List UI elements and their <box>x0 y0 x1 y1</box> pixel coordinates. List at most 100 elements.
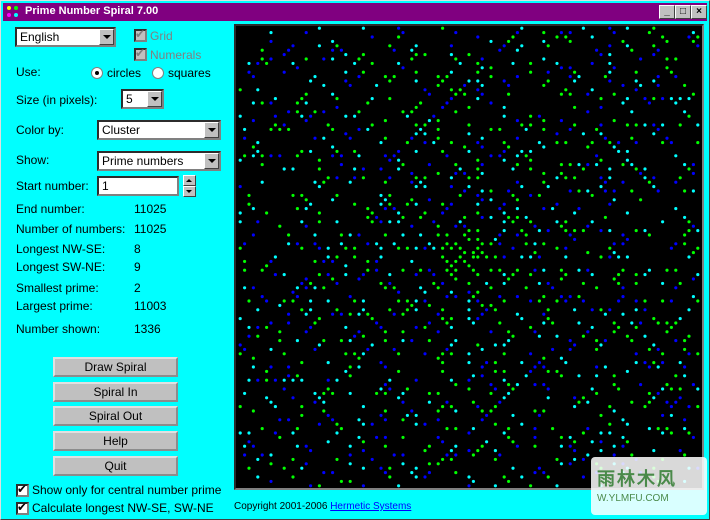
prime-dot <box>344 53 348 57</box>
prime-dot <box>304 31 308 35</box>
prime-dot <box>652 185 656 189</box>
prime-dot <box>269 57 273 61</box>
prime-dot <box>573 308 577 312</box>
hermetic-systems-link[interactable]: Hermetic Systems <box>330 501 411 512</box>
prime-dot <box>339 339 343 343</box>
circles-radio[interactable] <box>91 67 103 79</box>
prime-dot <box>419 215 423 219</box>
use-label: Use: <box>16 65 41 79</box>
spiral-canvas[interactable] <box>234 24 704 490</box>
language-select[interactable]: English <box>15 27 116 47</box>
prime-dot <box>480 83 484 87</box>
prime-dot <box>476 317 480 321</box>
prime-dot <box>564 246 568 250</box>
spiral-in-button[interactable]: Spiral In <box>53 382 178 402</box>
prime-dot <box>595 347 599 351</box>
start-number-input[interactable]: 1 <box>97 176 179 196</box>
squares-radio[interactable] <box>152 67 164 79</box>
start-number-value: 1 <box>102 179 109 193</box>
prime-dot <box>498 233 502 237</box>
prime-dot <box>423 176 427 180</box>
prime-dot <box>467 132 471 136</box>
prime-dot <box>441 317 445 321</box>
prime-dot <box>533 427 537 431</box>
prime-dot <box>383 233 387 237</box>
prime-dot <box>375 242 379 246</box>
prime-dot <box>445 400 449 404</box>
prime-dot <box>529 273 533 277</box>
numerals-checkbox[interactable]: ✔ <box>134 46 147 61</box>
close-button[interactable]: × <box>691 5 707 19</box>
prime-dot <box>238 158 242 162</box>
draw-spiral-button[interactable]: Draw Spiral <box>53 357 178 377</box>
spiral-out-button[interactable]: Spiral Out <box>53 406 178 426</box>
prime-dot <box>467 290 471 294</box>
prime-dot <box>621 101 625 105</box>
chevron-down-icon[interactable] <box>147 91 162 107</box>
maximize-button[interactable]: □ <box>675 5 691 19</box>
prime-dot <box>392 242 396 246</box>
color-by-select[interactable]: Cluster <box>97 120 221 140</box>
copyright-line: Copyright 2001-2006 Hermetic Systems <box>234 501 411 512</box>
prime-dot <box>581 26 585 30</box>
title-bar[interactable]: Prime Number Spiral 7.00 _ □ × <box>3 3 707 21</box>
prime-dot <box>493 405 497 409</box>
chevron-down-icon[interactable] <box>99 29 114 45</box>
show-label: Show: <box>16 153 50 167</box>
prime-dot <box>480 136 484 140</box>
quit-button[interactable]: Quit <box>53 456 178 476</box>
chevron-down-icon[interactable] <box>204 153 219 169</box>
grid-checkbox[interactable]: ✔ <box>134 27 147 42</box>
prime-dot <box>379 466 383 470</box>
central-prime-checkbox[interactable]: ✔ <box>16 482 29 497</box>
prime-dot <box>652 97 656 101</box>
minimize-button[interactable]: _ <box>659 5 675 19</box>
prime-dot <box>520 185 524 189</box>
grid-label: Grid <box>150 29 173 43</box>
prime-dot <box>595 286 599 290</box>
color-by-value: Cluster <box>102 123 141 137</box>
prime-dot <box>295 374 299 378</box>
prime-dot <box>388 273 392 277</box>
calc-longest-checkbox[interactable]: ✔ <box>16 500 29 515</box>
prime-dot <box>449 44 453 48</box>
prime-dot <box>238 405 242 409</box>
prime-dot <box>608 431 612 435</box>
prime-dot <box>300 361 304 365</box>
prime-dot <box>568 347 572 351</box>
prime-dot <box>687 431 691 435</box>
spin-down-icon[interactable] <box>183 186 196 197</box>
prime-dot <box>529 299 533 303</box>
prime-dot <box>687 352 691 356</box>
prime-dot <box>687 167 691 171</box>
prime-dot <box>502 396 506 400</box>
prime-dot <box>348 391 352 395</box>
prime-dot <box>687 334 691 338</box>
prime-dot <box>480 347 484 351</box>
prime-dot <box>463 92 467 96</box>
prime-dot <box>652 317 656 321</box>
prime-dot <box>366 312 370 316</box>
prime-dot <box>661 431 665 435</box>
prime-dot <box>678 281 682 285</box>
prime-dot <box>423 88 427 92</box>
help-button[interactable]: Help <box>53 431 178 451</box>
prime-dot <box>634 229 638 233</box>
prime-dot <box>405 387 409 391</box>
size-select[interactable]: 5 <box>121 89 164 109</box>
prime-dot <box>445 75 449 79</box>
chevron-down-icon[interactable] <box>204 122 219 138</box>
prime-dot <box>405 413 409 417</box>
spin-up-icon[interactable] <box>183 175 196 186</box>
prime-dot <box>581 431 585 435</box>
show-select[interactable]: Prime numbers <box>97 151 221 171</box>
prime-dot <box>383 75 387 79</box>
prime-dot <box>678 97 682 101</box>
prime-dot <box>533 365 537 369</box>
prime-dot <box>568 189 572 193</box>
prime-dot <box>441 308 445 312</box>
start-number-spinner[interactable] <box>183 175 196 197</box>
prime-dot <box>502 114 506 118</box>
prime-dot <box>542 268 546 272</box>
prime-dot <box>287 365 291 369</box>
